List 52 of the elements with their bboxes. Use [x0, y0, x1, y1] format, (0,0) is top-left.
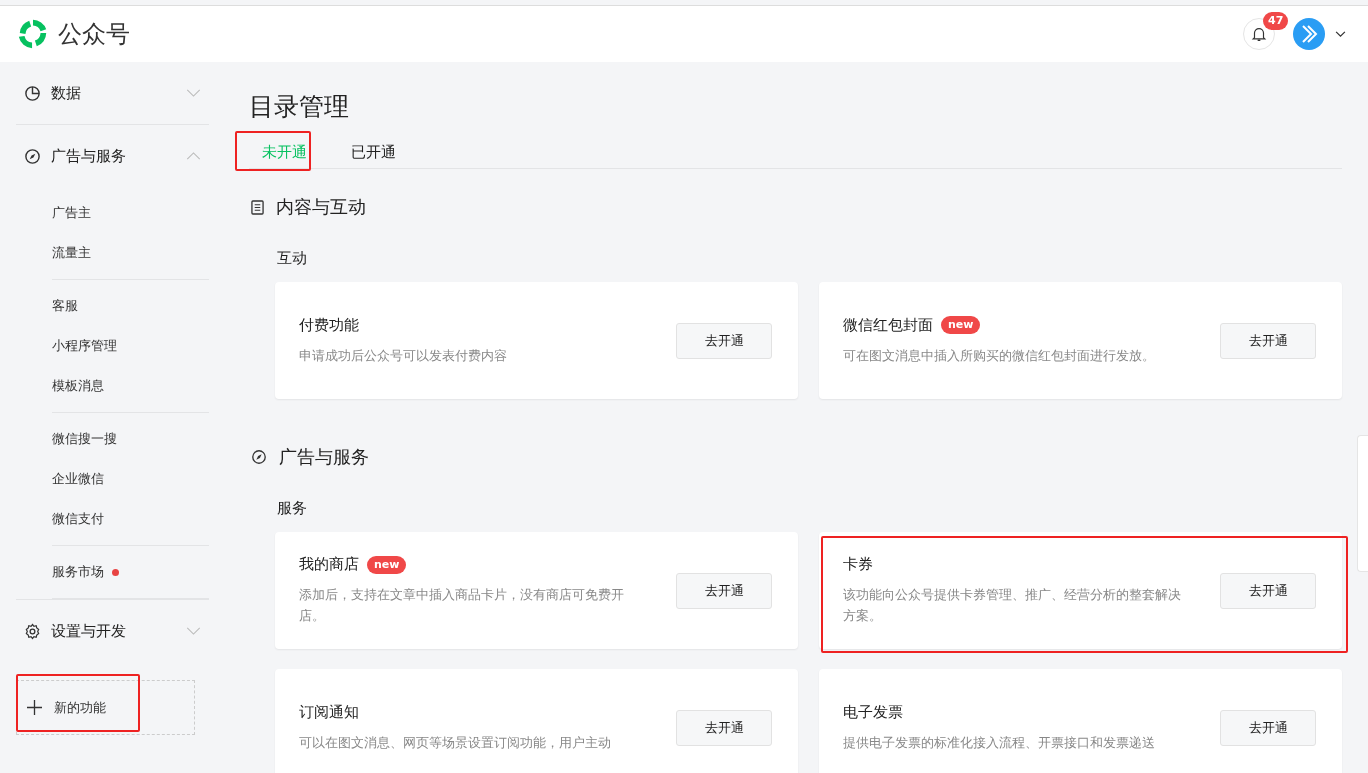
sidebar-item[interactable]: 流量主 — [52, 233, 209, 273]
sidebar-group[interactable]: 设置与开发 — [16, 600, 209, 662]
card-description: 申请成功后公众号可以发表付费内容 — [299, 346, 508, 365]
compass-icon — [24, 147, 41, 165]
plus-icon — [27, 700, 42, 715]
new-badge: new — [941, 316, 981, 334]
caret-icon[interactable] — [1335, 30, 1346, 38]
settings-icon — [24, 622, 41, 640]
card-title: 微信红包封面 — [843, 315, 933, 335]
chevron-down-icon — [186, 89, 201, 97]
bell-icon — [1250, 25, 1268, 43]
chevron-up-icon — [186, 152, 201, 160]
activate-button[interactable]: 去开通 — [676, 572, 772, 609]
new-badge: new — [367, 555, 407, 574]
sidebar-item[interactable]: 模板消息 — [52, 366, 209, 406]
page-title: 目录管理 — [249, 91, 350, 123]
card-description: 可以在图文消息、网页等场景设置订阅功能，用户主动 — [299, 733, 612, 752]
card-description: 可在图文消息中插入所购买的微信红包封面进行发放。 — [843, 346, 1156, 365]
notification-badge: 47 — [1263, 12, 1289, 30]
tab[interactable]: 已开通 — [338, 133, 409, 168]
avatar[interactable] — [1293, 18, 1325, 50]
activate-button[interactable]: 去开通 — [1220, 572, 1316, 609]
compass-icon — [251, 449, 267, 465]
sidebar-item[interactable]: 企业微信 — [52, 459, 209, 499]
activate-button[interactable]: 去开通 — [1220, 322, 1316, 359]
card-title: 卡券 — [843, 555, 873, 574]
pie-chart-icon — [24, 84, 41, 102]
sidebar-item[interactable]: 服务市场 — [52, 552, 209, 592]
activate-button[interactable]: 去开通 — [676, 709, 772, 746]
sidebar-item[interactable]: 微信支付 — [52, 499, 209, 539]
card-description: 该功能向公众号提供卡券管理、推广、经营分析的整套解决方案。 — [843, 586, 1182, 625]
sidebar-group[interactable]: 广告与服务 — [16, 125, 209, 187]
section-title: 广告与服务 — [279, 445, 369, 469]
sidebar-item[interactable]: 小程序管理 — [52, 326, 209, 366]
card-title: 电子发票 — [843, 702, 903, 722]
app-name: 公众号 — [58, 19, 130, 50]
subsection-title: 服务 — [277, 499, 308, 518]
card-title: 我的商店 — [299, 555, 359, 574]
activate-button[interactable]: 去开通 — [1220, 709, 1316, 746]
sidebar-group[interactable]: 数据 — [16, 62, 209, 124]
subsection-title: 互动 — [277, 249, 308, 268]
section-title: 内容与互动 — [276, 195, 366, 219]
sidebar-item[interactable]: 广告主 — [52, 193, 209, 233]
card-title: 订阅通知 — [299, 702, 359, 722]
sidebar-item[interactable]: 客服 — [52, 286, 209, 326]
document-icon — [251, 199, 264, 215]
card-description: 添加后，支持在文章中插入商品卡片，没有商店可免费开店。 — [299, 586, 625, 625]
sidebar-item[interactable]: 微信搜一搜 — [52, 419, 209, 459]
activate-button[interactable]: 去开通 — [676, 322, 772, 359]
card-title: 付费功能 — [299, 315, 359, 335]
card-description: 提供电子发票的标准化接入流程、开票接口和发票递送 — [843, 733, 1156, 752]
chevron-down-icon — [186, 627, 201, 635]
